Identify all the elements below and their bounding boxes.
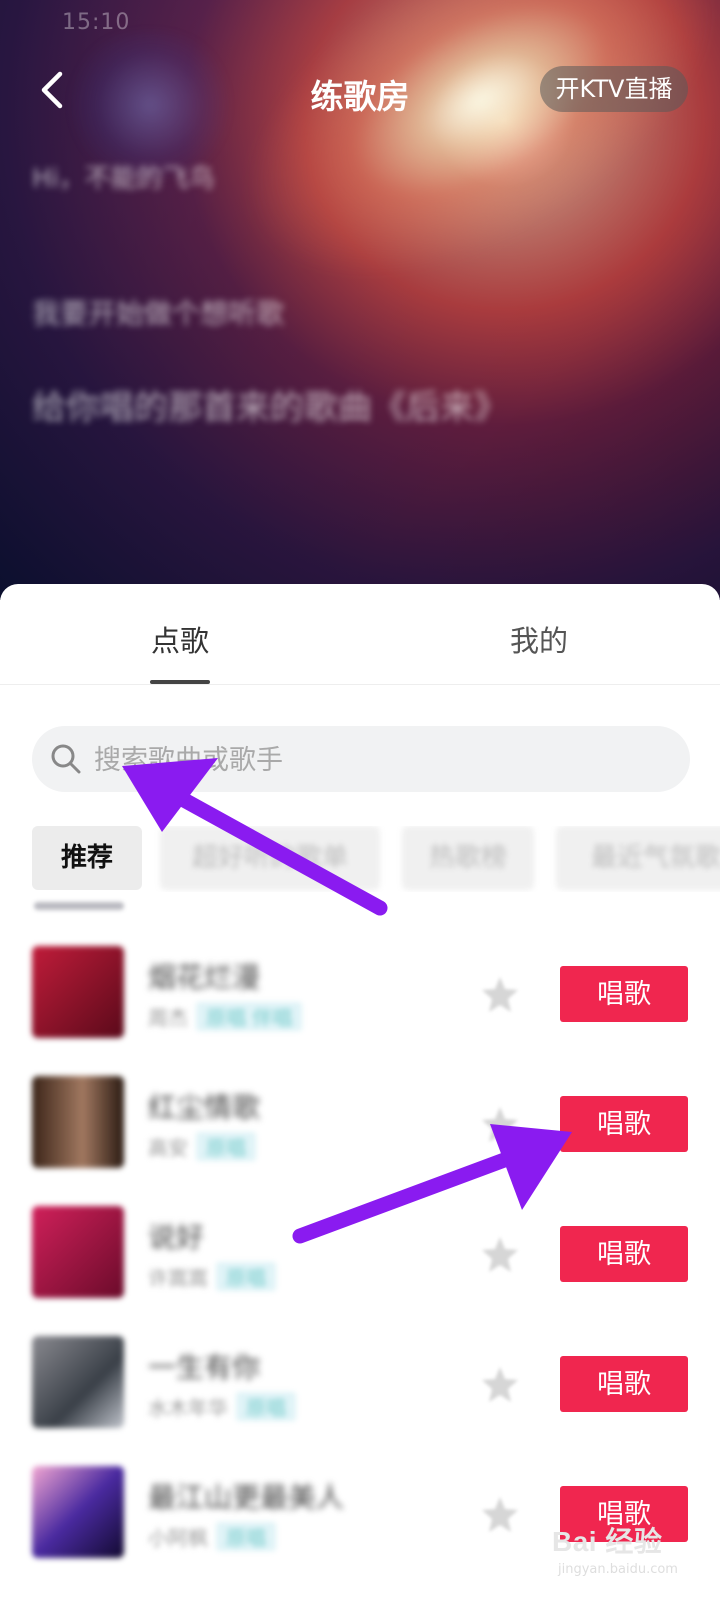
category-chips: 推荐 超好听的歌单 热歌榜 最近气氛歌 bbox=[0, 826, 720, 892]
start-ktv-live-button[interactable]: 开KTV直播 bbox=[540, 66, 688, 112]
song-artist: 周杰 原唱 伴唱 bbox=[148, 1002, 303, 1031]
song-title: 说好 bbox=[148, 1221, 205, 1254]
sing-button[interactable]: 唱歌 bbox=[560, 1096, 688, 1152]
album-cover bbox=[32, 1336, 124, 1428]
star-icon[interactable] bbox=[480, 974, 520, 1014]
song-row[interactable]: 烟花烂漫 周杰 原唱 伴唱 唱歌 bbox=[0, 946, 720, 1056]
song-tag: 原唱 bbox=[196, 1132, 256, 1161]
blurred-lyric-line: 我要开始做个想听歌 bbox=[32, 297, 285, 330]
scrolled-row-fragment bbox=[34, 902, 124, 910]
star-icon[interactable] bbox=[480, 1104, 520, 1144]
song-tag: 原唱 伴唱 bbox=[196, 1002, 303, 1031]
sing-button[interactable]: 唱歌 bbox=[560, 1356, 688, 1412]
category-chip[interactable]: 最近气氛歌 bbox=[556, 826, 720, 890]
song-artist: 水木年华 原唱 bbox=[148, 1392, 296, 1421]
song-artist: 许嵩嵩 原唱 bbox=[148, 1262, 276, 1291]
song-title: 红尘情歌 bbox=[148, 1091, 261, 1124]
search-bar[interactable] bbox=[32, 726, 690, 794]
baidu-jingyan-watermark: Bai 经验 jingyan.baidu.com bbox=[552, 1516, 712, 1586]
song-tag: 原唱 bbox=[216, 1262, 276, 1291]
album-cover bbox=[32, 1206, 124, 1298]
tab-pick-song[interactable]: 点歌 bbox=[151, 618, 209, 660]
album-cover bbox=[32, 1076, 124, 1168]
category-chip[interactable]: 热歌榜 bbox=[402, 826, 534, 890]
album-cover bbox=[32, 946, 124, 1038]
sing-button[interactable]: 唱歌 bbox=[560, 966, 688, 1022]
song-row[interactable]: 一生有你 水木年华 原唱 唱歌 bbox=[0, 1336, 720, 1446]
song-tag: 原唱 bbox=[216, 1522, 276, 1551]
blurred-lyric-line: 给你唱的那首来的歌曲《后来》 bbox=[32, 388, 508, 428]
album-cover bbox=[32, 1466, 124, 1558]
active-tab-indicator bbox=[150, 680, 210, 684]
song-title: 最江山更最美人 bbox=[148, 1481, 345, 1514]
status-time: 15:10 bbox=[62, 10, 131, 35]
star-icon[interactable] bbox=[480, 1494, 520, 1534]
search-icon bbox=[51, 744, 81, 774]
song-tag: 原唱 bbox=[236, 1392, 296, 1421]
song-title: 烟花烂漫 bbox=[148, 961, 261, 994]
hero-background: 15:10 练歌房 开KTV直播 Hi，不能的飞鸟 我要开始做个想听歌 给你唱的… bbox=[0, 0, 720, 600]
watermark-url: jingyan.baidu.com bbox=[558, 1562, 678, 1577]
category-chip-recommend[interactable]: 推荐 bbox=[32, 826, 142, 890]
watermark-brand: Bai 经验 bbox=[552, 1526, 663, 1557]
song-row[interactable]: 红尘情歌 高安 原唱 唱歌 bbox=[0, 1076, 720, 1186]
song-row[interactable]: 说好 许嵩嵩 原唱 唱歌 bbox=[0, 1206, 720, 1316]
tab-mine[interactable]: 我的 bbox=[510, 618, 568, 660]
song-picker-sheet: 点歌 我的 推荐 超好听的歌单 热歌榜 最近气氛歌 烟花烂漫 周杰原唱 伴唱 唱… bbox=[0, 584, 720, 1600]
star-icon[interactable] bbox=[480, 1234, 520, 1274]
song-artist: 高安 原唱 bbox=[148, 1132, 256, 1161]
star-icon[interactable] bbox=[480, 1364, 520, 1404]
blurred-lyric-line: Hi，不能的飞鸟 bbox=[32, 164, 215, 194]
song-title: 一生有你 bbox=[148, 1351, 261, 1384]
sing-button[interactable]: 唱歌 bbox=[560, 1226, 688, 1282]
tab-bar: 点歌 我的 bbox=[0, 584, 720, 685]
song-artist: 小阿枫 原唱 bbox=[148, 1522, 276, 1551]
search-input[interactable] bbox=[92, 726, 656, 794]
category-chip[interactable]: 超好听的歌单 bbox=[160, 826, 380, 890]
